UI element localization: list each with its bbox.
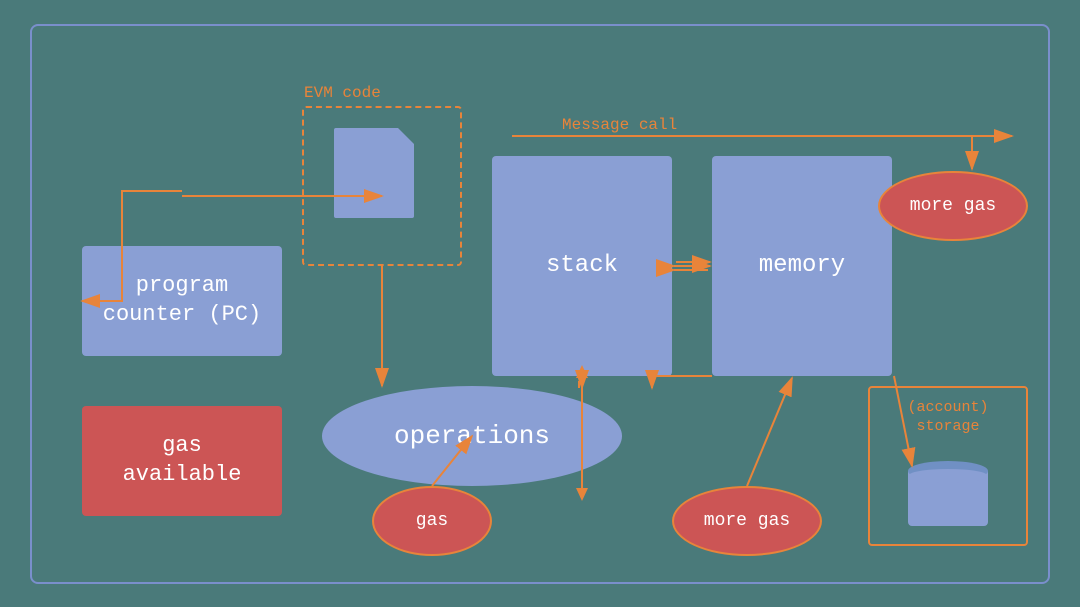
gas-available-label: gas available xyxy=(123,432,242,489)
stack-label: stack xyxy=(546,252,618,279)
main-diagram: EVM code program counter (PC) gas availa… xyxy=(30,24,1050,584)
gas-available-box: gas available xyxy=(82,406,282,516)
gas-label: gas xyxy=(416,511,448,531)
operations-label: operations xyxy=(394,421,550,451)
memory-label: memory xyxy=(759,252,845,279)
message-call-label: Message call xyxy=(562,116,677,134)
stack-box: stack xyxy=(492,156,672,376)
more-gas-top-label: more gas xyxy=(910,196,996,216)
account-storage-container: (account) storage xyxy=(868,386,1028,546)
operations-oval: operations xyxy=(322,386,622,486)
gas-oval: gas xyxy=(372,486,492,556)
more-gas-right-label: more gas xyxy=(704,511,790,531)
memory-box: memory xyxy=(712,156,892,376)
program-counter-box: program counter (PC) xyxy=(82,246,282,356)
evm-code-container: EVM code xyxy=(302,106,462,266)
evm-code-label: EVM code xyxy=(304,84,381,102)
more-gas-right-oval: more gas xyxy=(672,486,822,556)
db-top-overlay xyxy=(908,469,988,483)
more-gas-top-oval: more gas xyxy=(878,171,1028,241)
evm-code-doc xyxy=(334,128,414,218)
db-cylinder xyxy=(908,461,988,526)
program-counter-label: program counter (PC) xyxy=(103,272,261,329)
account-storage-label: (account) storage xyxy=(870,398,1026,437)
